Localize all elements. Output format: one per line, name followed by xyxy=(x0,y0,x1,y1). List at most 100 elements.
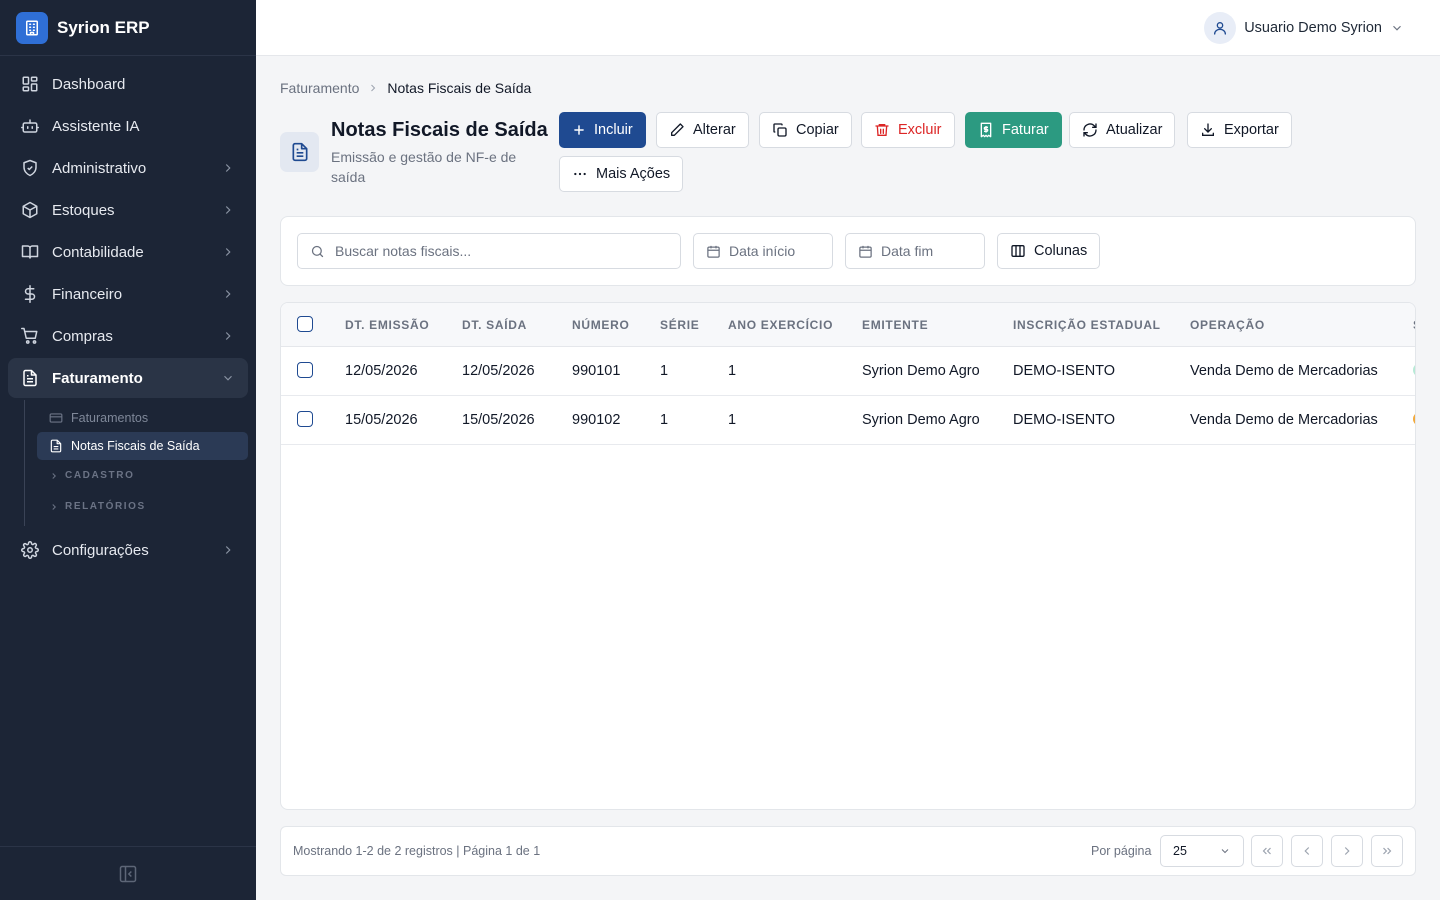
chevron-right-icon xyxy=(220,542,236,558)
dollar-icon xyxy=(20,284,40,304)
download-icon xyxy=(1200,122,1216,138)
data-table: DT. EMISSÃO DT. SAÍDA NÚMERO SÉRIE ANO E… xyxy=(280,302,1416,810)
sidebar-item-label: Estoques xyxy=(52,201,115,219)
copiar-button[interactable]: Copiar xyxy=(759,112,852,148)
sidebar-item-label: Administrativo xyxy=(52,159,147,177)
sidebar-item-label: Assistente IA xyxy=(52,117,140,135)
status-badge xyxy=(1413,412,1415,426)
sidebar-item-financeiro[interactable]: Financeiro xyxy=(8,274,248,314)
pencil-icon xyxy=(669,122,685,138)
row-checkbox[interactable] xyxy=(297,411,313,427)
button-label: Alterar xyxy=(693,122,736,138)
sidebar-item-estoques[interactable]: Estoques xyxy=(8,190,248,230)
book-icon xyxy=(20,242,40,262)
search-icon xyxy=(310,244,325,259)
cell-dt-saida: 12/05/2026 xyxy=(462,363,535,379)
alterar-button[interactable]: Alterar xyxy=(656,112,749,148)
chevron-right-icon xyxy=(49,502,59,512)
row-checkbox[interactable] xyxy=(297,362,313,378)
box-icon xyxy=(20,200,40,220)
column-header-numero[interactable]: NÚMERO xyxy=(572,318,630,332)
select-all-checkbox[interactable] xyxy=(297,316,313,332)
status-badge xyxy=(1413,363,1415,377)
topbar: Usuario Demo Syrion xyxy=(256,0,1440,56)
collapse-sidebar-icon[interactable] xyxy=(118,864,138,884)
next-page-button[interactable] xyxy=(1331,835,1363,867)
faturar-button[interactable]: Faturar xyxy=(965,112,1062,148)
prev-page-button[interactable] xyxy=(1291,835,1323,867)
sidebar-item-dashboard[interactable]: Dashboard xyxy=(8,64,248,104)
cell-ano-exercicio: 1 xyxy=(728,363,737,379)
chevron-right-icon xyxy=(220,286,236,302)
sidebar-item-contabilidade[interactable]: Contabilidade xyxy=(8,232,248,272)
cart-icon xyxy=(20,326,40,346)
chevron-right-icon xyxy=(1340,844,1354,858)
chevron-right-icon xyxy=(220,160,236,176)
chevron-right-icon xyxy=(220,328,236,344)
table-row[interactable]: 15/05/2026 15/05/2026 990102 1 1 Syrion … xyxy=(281,396,1415,445)
button-label: Faturar xyxy=(1002,122,1049,138)
column-header-ano-exercicio[interactable]: ANO EXERCÍCIO xyxy=(728,318,833,332)
sidebar-item-configuracoes[interactable]: Configurações xyxy=(8,530,248,570)
submenu-group-label: CADASTRO xyxy=(65,470,135,481)
document-icon xyxy=(49,439,63,453)
first-page-button[interactable] xyxy=(1251,835,1283,867)
column-header-status[interactable]: S xyxy=(1413,318,1415,332)
breadcrumb-parent[interactable]: Faturamento xyxy=(280,80,359,96)
submenu-item-notas-fiscais-saida[interactable]: Notas Fiscais de Saída xyxy=(37,432,248,460)
cell-serie: 1 xyxy=(660,363,669,379)
sidebar-item-faturamento[interactable]: Faturamento xyxy=(8,358,248,398)
sidebar-item-compras[interactable]: Compras xyxy=(8,316,248,356)
sidebar-item-label: Contabilidade xyxy=(52,243,144,261)
submenu-group-relatorios[interactable]: RELATÓRIOS xyxy=(37,491,248,522)
shield-icon xyxy=(20,158,40,178)
submenu-item-faturamentos[interactable]: Faturamentos xyxy=(37,404,248,432)
plus-icon xyxy=(572,123,586,137)
button-label: Colunas xyxy=(1034,243,1088,259)
column-header-inscricao-estadual[interactable]: INSCRIÇÃO ESTADUAL xyxy=(1013,318,1161,332)
per-page-select[interactable]: 25 xyxy=(1160,835,1244,867)
sidebar-item-administrativo[interactable]: Administrativo xyxy=(8,148,248,188)
submenu-item-label: Notas Fiscais de Saída xyxy=(71,439,200,453)
document-icon xyxy=(280,132,319,172)
chevron-right-icon xyxy=(49,471,59,481)
gear-icon xyxy=(20,540,40,560)
copy-icon xyxy=(772,122,788,138)
building-icon xyxy=(16,11,48,44)
table-header: DT. EMISSÃO DT. SAÍDA NÚMERO SÉRIE ANO E… xyxy=(281,303,1415,347)
cell-operacao: Venda Demo de Mercadorias xyxy=(1190,363,1378,379)
pagination: Mostrando 1-2 de 2 registros | Página 1 … xyxy=(280,826,1416,876)
incluir-button[interactable]: Incluir xyxy=(559,112,646,148)
submenu-group-label: RELATÓRIOS xyxy=(65,501,146,512)
column-header-serie[interactable]: SÉRIE xyxy=(660,318,700,332)
search-input[interactable] xyxy=(335,243,680,259)
columns-icon xyxy=(1010,243,1026,259)
chevron-right-icon xyxy=(367,82,379,94)
column-header-operacao[interactable]: OPERAÇÃO xyxy=(1190,318,1265,332)
column-header-emitente[interactable]: EMITENTE xyxy=(862,318,928,332)
date-start-input[interactable] xyxy=(729,243,832,259)
submenu-item-label: Faturamentos xyxy=(71,411,149,425)
sidebar-item-assistente-ia[interactable]: Assistente IA xyxy=(8,106,248,146)
columns-button[interactable]: Colunas xyxy=(997,233,1101,269)
date-start-field xyxy=(693,233,833,269)
last-page-button[interactable] xyxy=(1371,835,1403,867)
chevron-down-icon xyxy=(1390,21,1404,35)
exportar-button[interactable]: Exportar xyxy=(1187,112,1292,148)
button-label: Mais Ações xyxy=(596,166,671,182)
user-menu[interactable]: Usuario Demo Syrion xyxy=(1204,12,1404,44)
table-row[interactable]: 12/05/2026 12/05/2026 990101 1 1 Syrion … xyxy=(281,347,1415,396)
cell-inscricao-estadual: DEMO-ISENTO xyxy=(1013,363,1116,379)
filter-bar: Colunas xyxy=(280,216,1416,286)
cell-serie: 1 xyxy=(660,412,669,428)
brand[interactable]: Syrion ERP xyxy=(0,0,256,56)
refresh-icon xyxy=(1082,122,1098,138)
excluir-button[interactable]: Excluir xyxy=(861,112,955,148)
mais-acoes-button[interactable]: Mais Ações xyxy=(559,156,684,192)
atualizar-button[interactable]: Atualizar xyxy=(1069,112,1176,148)
submenu-group-cadastro[interactable]: CADASTRO xyxy=(37,460,248,491)
column-header-dt-emissao[interactable]: DT. EMISSÃO xyxy=(345,318,429,332)
chevrons-right-icon xyxy=(1380,844,1394,858)
column-header-dt-saida[interactable]: DT. SAÍDA xyxy=(462,318,527,332)
date-end-input[interactable] xyxy=(881,243,984,259)
